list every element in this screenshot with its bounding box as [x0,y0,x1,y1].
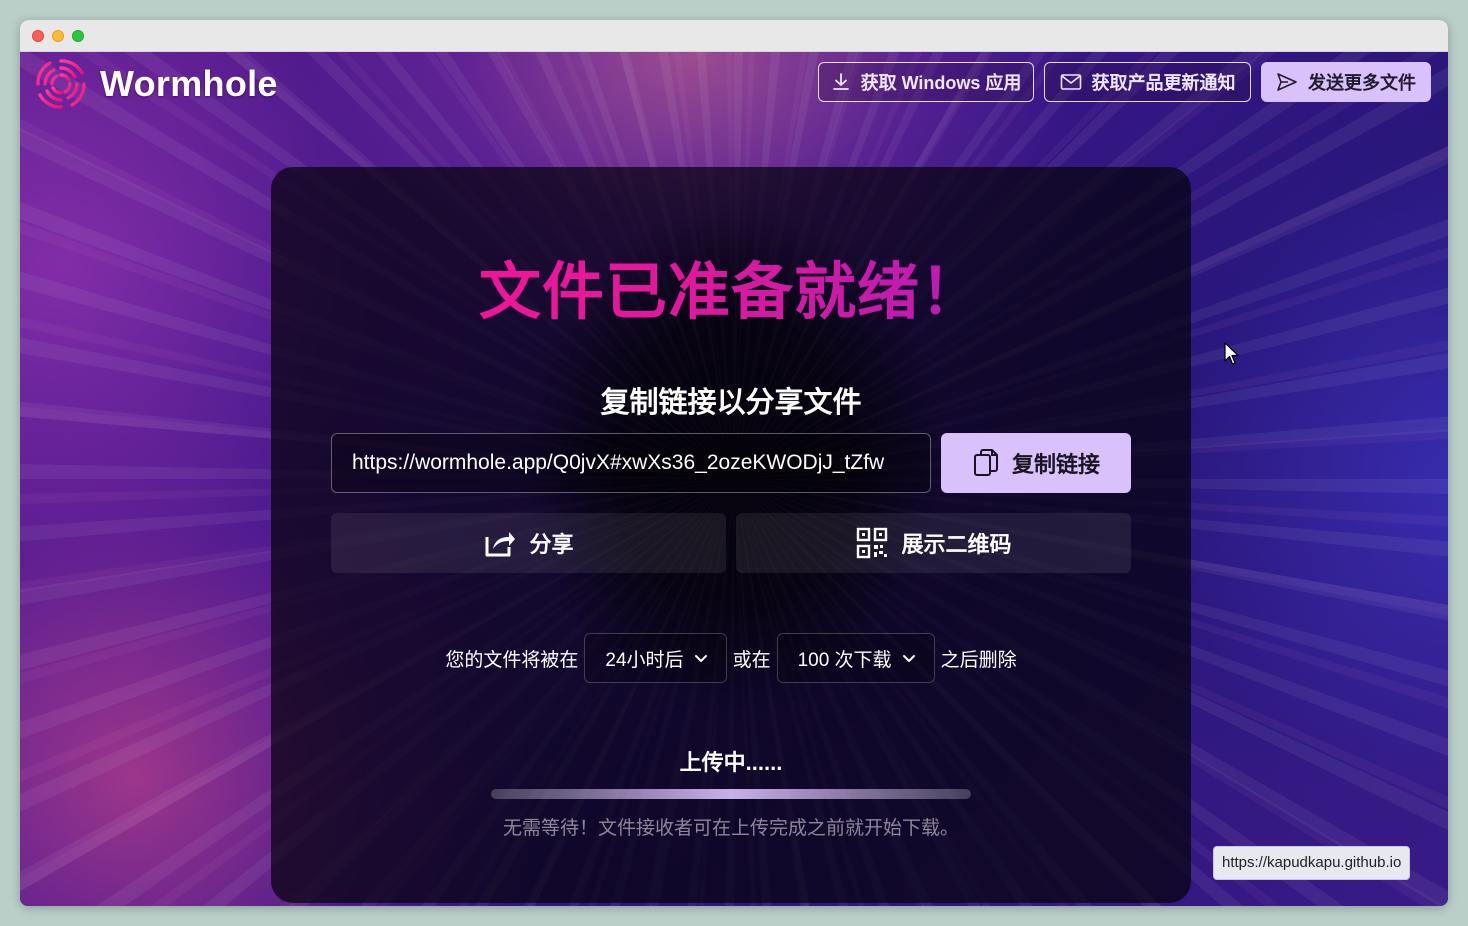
wormhole-logo-icon [36,59,86,109]
upload-status: 上传中...... [679,750,783,775]
share-button[interactable]: 分享 [331,513,726,573]
expiry-middle: 或在 [732,649,771,671]
upload-progress-indicator [491,789,971,799]
share-icon [485,532,516,557]
close-window-button[interactable] [32,30,44,42]
download-limit-select[interactable]: 100 次下载 [776,633,935,683]
copy-link-button[interactable]: 复制链接 [941,433,1131,493]
send-more-files-label: 发送更多文件 [1308,73,1416,93]
expiry-prefix: 您的文件将被在 [445,649,579,671]
show-qr-code-label: 展示二维码 [901,532,1012,557]
minimize-window-button[interactable] [52,30,64,42]
upload-hint: 无需等待！文件接收者可在上传完成之前就开始下载。 [502,818,959,839]
product-updates-button[interactable]: 获取产品更新通知 [1044,62,1251,102]
product-updates-label: 获取产品更新通知 [1091,73,1236,93]
get-windows-app-label: 获取 Windows 应用 [860,73,1022,93]
send-icon [1277,73,1297,91]
link-preview-status: https://kapudkapu.github.io [1213,846,1411,880]
app-name: Wormhole [100,63,278,104]
download-limit-value: 100 次下载 [797,649,892,671]
qr-code-icon [857,527,888,559]
page-title: 文件已准备就绪！ [271,241,1191,331]
mouse-cursor-icon [1224,342,1239,365]
share-subtitle: 复制链接以分享文件 [600,387,862,419]
chevron-down-icon [694,655,707,662]
expiry-settings: 您的文件将被在 24小时后 或在 100 次下载 之后删除 [271,633,1191,683]
share-label: 分享 [529,532,574,557]
chevron-down-icon [902,655,915,662]
page-viewport: Wormhole 获取 Windows 应用 获取产品更新通知 发送更多文件 文… [20,52,1448,906]
share-card: 文件已准备就绪！ 复制链接以分享文件 https://wormhole.app/… [271,167,1191,903]
maximize-window-button[interactable] [72,30,84,42]
send-more-files-button[interactable]: 发送更多文件 [1261,62,1431,102]
expiry-suffix: 之后删除 [940,649,1017,671]
window-titlebar [20,20,1448,52]
expiry-time-select[interactable]: 24小时后 [584,633,727,683]
copy-link-label: 复制链接 [1011,452,1100,477]
upload-progress-bar [491,789,971,799]
app-logo[interactable]: Wormhole [34,57,278,111]
download-icon [832,73,849,90]
show-qr-code-button[interactable]: 展示二维码 [736,513,1131,573]
copy-icon [973,449,998,476]
share-link-field[interactable]: https://wormhole.app/Q0jvX#xwXs36_2ozeKW… [331,433,931,493]
get-windows-app-button[interactable]: 获取 Windows 应用 [818,62,1034,102]
browser-window: Wormhole 获取 Windows 应用 获取产品更新通知 发送更多文件 文… [20,20,1448,906]
mail-icon [1060,74,1081,90]
expiry-time-value: 24小时后 [605,649,684,671]
